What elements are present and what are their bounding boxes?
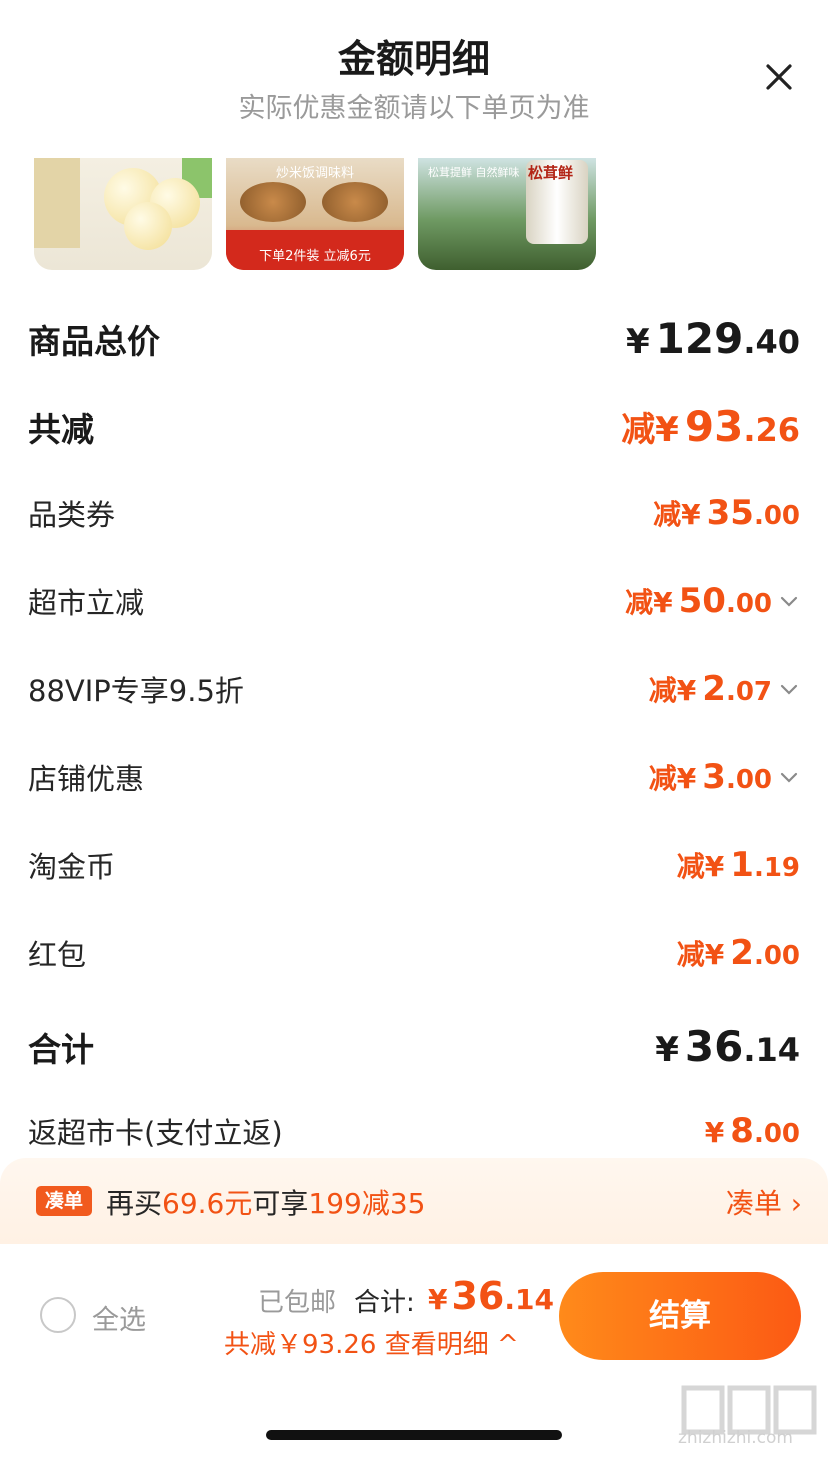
product-thumbnail-2[interactable]: 炒米饭调味料 下单2件装 立减6元 — [226, 158, 404, 270]
coins-label: 淘金币 — [28, 850, 116, 884]
promo-bar: 凑单 再买69.6元可享199减35 凑单 › — [0, 1158, 828, 1244]
total-discount-value: 减¥ 93.26 — [621, 402, 800, 451]
thumbnail-caption: 炒米饭调味料 — [275, 166, 354, 181]
chevron-right-icon: › — [790, 1187, 802, 1220]
redpacket-row: 红包 减¥ 2.00 — [28, 932, 800, 974]
store-discount-value: 减¥ 3.00 — [649, 757, 800, 797]
view-detail-link[interactable]: 共减￥93.26 查看明细 ^ — [224, 1324, 519, 1361]
total-discount-label: 共减 — [28, 409, 94, 449]
product-thumbnail-3[interactable]: 松茸提鲜 自然鲜味 松茸鲜 — [418, 158, 596, 270]
coins-value: 减¥ 1.19 — [676, 845, 800, 885]
chevron-down-icon[interactable] — [778, 678, 800, 700]
chevron-up-icon: ^ — [496, 1330, 519, 1360]
select-all-checkbox[interactable] — [40, 1297, 76, 1333]
market-discount-label: 超市立减 — [28, 586, 145, 620]
category-coupon-label: 品类券 — [28, 498, 116, 532]
subtotal-value: ¥129.40 — [625, 314, 800, 363]
home-indicator — [266, 1430, 562, 1440]
page-subtitle: 实际优惠金额请以下单页为准 — [238, 93, 590, 124]
thumbnail-caption: 松茸提鲜 自然鲜味 — [428, 166, 520, 179]
footer-total-label: 合计: — [354, 1288, 415, 1318]
vip-discount-label: 88VIP专享9.5折 — [28, 674, 244, 708]
market-discount-row[interactable]: 超市立减 减¥ 50.00 — [28, 580, 800, 622]
subtotal-label: 商品总价 — [28, 321, 160, 361]
store-discount-row[interactable]: 店铺优惠 减¥ 3.00 — [28, 756, 800, 798]
page-title: 金额明细 — [337, 37, 490, 81]
checkout-button[interactable]: 结算 — [559, 1272, 801, 1360]
chevron-down-icon[interactable] — [778, 590, 800, 612]
category-coupon-value: 减¥ 35.00 — [653, 493, 800, 533]
cashback-value: ¥8.00 — [704, 1111, 800, 1151]
category-coupon-row: 品类券 减¥ 35.00 — [28, 492, 800, 534]
total-discount-row: 共减 减¥ 93.26 — [28, 402, 800, 451]
total-label: 合计 — [28, 1029, 94, 1069]
cashback-label: 返超市卡(支付立返) — [28, 1116, 283, 1150]
subtotal-row: 商品总价 ¥129.40 — [28, 314, 800, 363]
watermark-text: zhizhizhi.com — [678, 1428, 793, 1448]
total-row: 合计 ¥36.14 — [28, 1022, 800, 1071]
coins-row: 淘金币 减¥ 1.19 — [28, 844, 800, 886]
footer-total-value: ¥36.14 — [428, 1274, 554, 1318]
chevron-down-icon[interactable] — [778, 766, 800, 788]
redpacket-label: 红包 — [28, 938, 87, 972]
market-discount-value: 减¥ 50.00 — [625, 581, 800, 621]
shipping-label: 已包邮 — [258, 1288, 337, 1318]
promo-message: 再买69.6元可享199减35 — [106, 1187, 426, 1220]
vip-discount-row[interactable]: 88VIP专享9.5折 减¥ 2.07 — [28, 668, 800, 710]
thumbnail-brand: 松茸鲜 — [528, 164, 574, 182]
product-thumbnail-1[interactable] — [34, 158, 212, 270]
redpacket-value: 减¥ 2.00 — [676, 933, 800, 973]
thumbnail-badge: 下单2件装 立减6元 — [259, 249, 371, 264]
total-value: ¥36.14 — [655, 1022, 800, 1071]
promo-tag: 凑单 — [36, 1186, 92, 1216]
store-discount-label: 店铺优惠 — [28, 762, 145, 796]
select-all-label[interactable]: 全选 — [92, 1298, 146, 1337]
promo-link[interactable]: 凑单 › — [726, 1182, 802, 1222]
cashback-row: 返超市卡(支付立返) ¥8.00 — [28, 1110, 800, 1152]
close-icon[interactable] — [760, 58, 798, 96]
vip-discount-value: 减¥ 2.07 — [649, 669, 800, 709]
